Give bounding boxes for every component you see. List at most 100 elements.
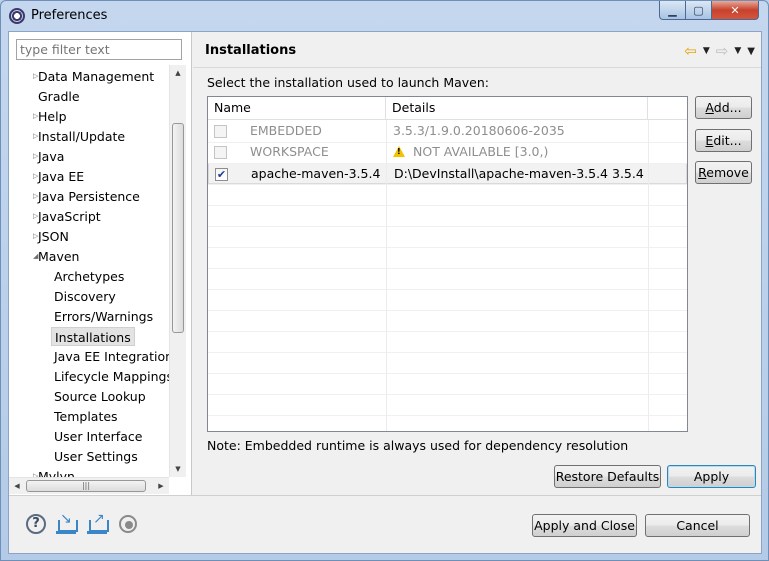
export-icon[interactable] (87, 511, 109, 534)
help-icon[interactable]: ? (26, 514, 46, 534)
row-divider (208, 142, 687, 143)
installation-name: apache-maven-3.5.4 (251, 166, 381, 181)
installation-checkbox[interactable]: ✔ (215, 168, 228, 181)
installation-name: WORKSPACE (250, 144, 329, 159)
tree-item-maven[interactable]: Maven (38, 247, 79, 266)
instruction-label: Select the installation used to launch M… (207, 75, 489, 90)
tree-item-errors-warnings[interactable]: Errors/Warnings (54, 307, 153, 326)
tree-item-mylyn[interactable]: Mylyn (38, 467, 75, 477)
tree-item-gradle[interactable]: Gradle (38, 87, 80, 106)
table-row[interactable]: EMBEDDED 3.5.3/1.9.0.20180606-2035 (208, 121, 687, 142)
row-divider (208, 247, 687, 248)
preferences-window: Preferences ▁ ▢ ✕ ▷Data ManagementGradle… (0, 0, 769, 561)
history-navigation: ⇦ ▼ ⇨ ▼ ▼ (684, 42, 755, 60)
tree-item-json[interactable]: JSON (38, 227, 69, 246)
tree-item-java-persistence[interactable]: Java Persistence (38, 187, 140, 206)
window-title: Preferences (31, 8, 108, 23)
column-header-details[interactable]: Details (386, 97, 648, 120)
remove-button[interactable]: Remove (695, 161, 752, 184)
tree-item-installations[interactable]: Installations (51, 327, 135, 346)
dialog-client: ▷Data ManagementGradle▷Help▷Install/Upda… (8, 31, 762, 554)
installation-details-text: NOT AVAILABLE [3.0,) (413, 144, 549, 159)
row-divider (208, 268, 687, 269)
eclipse-app-icon (9, 8, 25, 24)
installation-details: NOT AVAILABLE [3.0,) (393, 142, 548, 162)
tree-item-lifecycle-mappings[interactable]: Lifecycle Mappings (54, 367, 169, 386)
minimize-button[interactable]: ▁ (659, 1, 686, 20)
scroll-right-icon[interactable]: ▶ (153, 478, 169, 494)
back-arrow-icon[interactable]: ⇦ (684, 42, 697, 60)
vertical-scroll-thumb[interactable] (172, 123, 184, 333)
column-divider (386, 120, 387, 431)
preference-tree-pane: ▷Data ManagementGradle▷Help▷Install/Upda… (9, 32, 192, 495)
apply-and-close-button[interactable]: Apply and Close (532, 514, 637, 537)
add-button-label: dd... (713, 100, 742, 115)
forward-dropdown-icon[interactable]: ▼ (734, 46, 741, 56)
installation-checkbox[interactable] (214, 146, 227, 159)
installation-details: 3.5.3/1.9.0.20180606-2035 (393, 121, 565, 141)
import-icon[interactable] (56, 511, 78, 534)
column-divider (648, 120, 649, 431)
installation-details-text: D:\DevInstall\apache-maven-3.5.4 3.5.4 (394, 166, 644, 181)
scroll-down-icon[interactable]: ▼ (170, 461, 186, 477)
tree-item-java-ee-integration[interactable]: Java EE Integration (54, 347, 169, 366)
close-button[interactable]: ✕ (711, 1, 759, 20)
back-dropdown-icon[interactable]: ▼ (703, 46, 710, 56)
tree-item-discovery[interactable]: Discovery (54, 287, 116, 306)
tree-item-source-lookup[interactable]: Source Lookup (54, 387, 146, 406)
scroll-left-icon[interactable]: ◀ (9, 478, 25, 494)
row-divider (208, 415, 687, 416)
title-bar[interactable]: Preferences ▁ ▢ ✕ (1, 1, 768, 31)
tree-horizontal-scrollbar[interactable]: ◀ ||| ▶ (9, 477, 169, 494)
forward-arrow-icon[interactable]: ⇨ (716, 42, 729, 60)
view-menu-icon[interactable]: ▼ (747, 46, 755, 57)
row-divider (208, 352, 687, 353)
tree-item-install-update[interactable]: Install/Update (38, 127, 125, 146)
warning-icon (393, 146, 405, 157)
row-divider (208, 184, 687, 185)
table-header: Name Details (208, 97, 687, 120)
edit-button-label: dit... (713, 133, 742, 148)
filter-input[interactable] (16, 39, 182, 60)
preference-tree: ▷ Data Management Gradle ▷ Help ▷ Install/Upda… (9, 65, 169, 477)
tree-item-archetypes[interactable]: Archetypes (54, 267, 124, 286)
row-divider (208, 205, 687, 206)
horizontal-scroll-thumb[interactable]: ||| (26, 480, 146, 492)
cancel-button[interactable]: Cancel (645, 514, 750, 537)
remove-button-label: emove (706, 165, 749, 180)
close-icon: ✕ (730, 3, 740, 17)
row-divider (208, 226, 687, 227)
tree-item-templates[interactable]: Templates (54, 407, 118, 426)
row-divider (208, 289, 687, 290)
tree-vertical-scrollbar[interactable]: ▲ ▼ (169, 65, 186, 477)
tree-item-user-interface[interactable]: User Interface (54, 427, 142, 446)
table-row[interactable]: ✔ apache-maven-3.5.4 D:\DevInstall\apache-… (208, 163, 687, 184)
bottom-separator (9, 495, 761, 496)
scroll-up-icon[interactable]: ▲ (170, 65, 186, 81)
row-divider (208, 163, 687, 164)
add-button[interactable]: Add... (695, 96, 752, 119)
tree-item-java-ee[interactable]: Java EE (38, 167, 84, 186)
tree-item-user-settings[interactable]: User Settings (54, 447, 138, 466)
row-divider (208, 310, 687, 311)
apply-button[interactable]: Apply (667, 465, 756, 488)
record-icon[interactable] (119, 515, 137, 533)
edit-button[interactable]: Edit... (695, 129, 752, 152)
row-divider (208, 394, 687, 395)
tree-item-javascript[interactable]: JavaScript (38, 207, 101, 226)
tree-item-java[interactable]: Java (38, 147, 64, 166)
embedded-runtime-note: Note: Embedded runtime is always used fo… (207, 438, 629, 453)
installation-details-text: 3.5.3/1.9.0.20180606-2035 (393, 123, 565, 138)
maximize-button[interactable]: ▢ (685, 1, 712, 20)
row-divider (208, 373, 687, 374)
table-row[interactable]: WORKSPACE NOT AVAILABLE [3.0,) (208, 142, 687, 163)
tree-item-help[interactable]: Help (38, 107, 67, 126)
tree-item-data-management[interactable]: Data Management (38, 67, 154, 86)
column-header-name[interactable]: Name (208, 97, 386, 120)
installation-checkbox[interactable] (214, 125, 227, 138)
restore-defaults-button[interactable]: Restore Defaults (554, 465, 661, 488)
preference-page: Installations ⇦ ▼ ⇨ ▼ ▼ Select the insta… (193, 32, 761, 495)
header-separator (193, 67, 761, 68)
page-title: Installations (205, 43, 297, 58)
installations-table: Name Details EMBEDDED 3.5.3/1.9.0.2018060… (207, 96, 688, 432)
